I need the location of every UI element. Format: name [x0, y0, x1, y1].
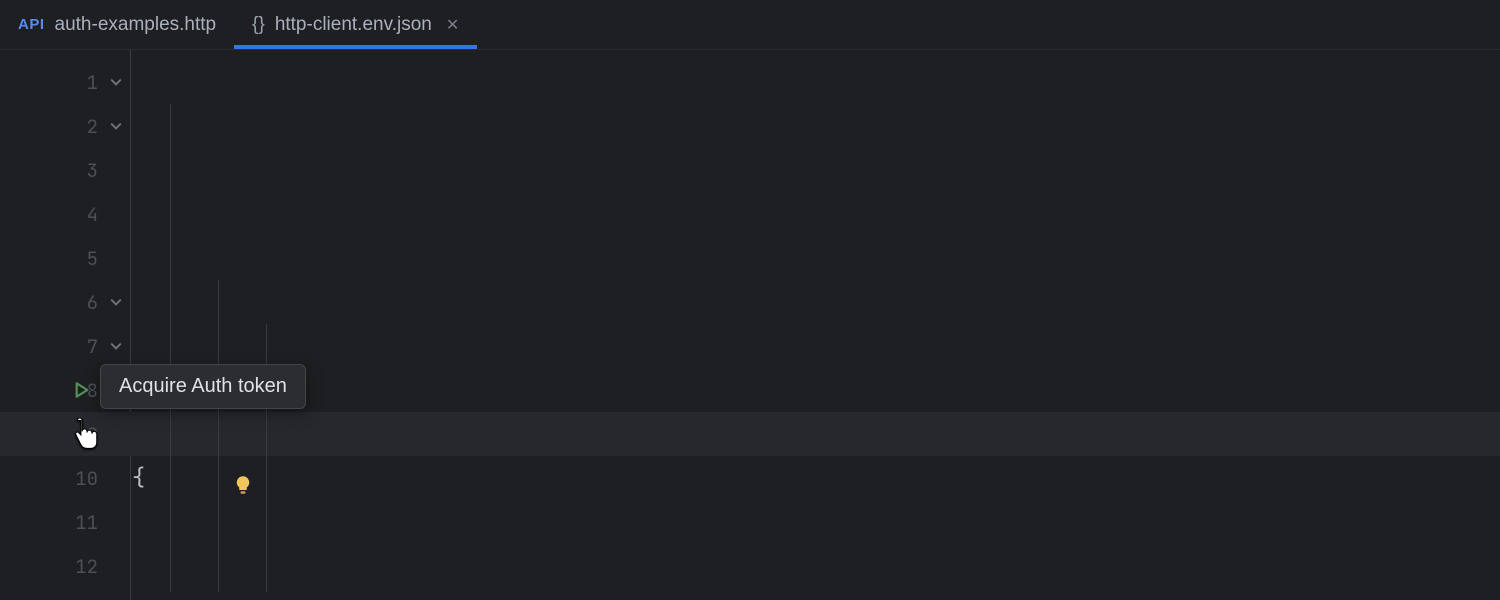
line-number: 12 — [60, 554, 98, 579]
line-number: 10 — [60, 466, 98, 491]
line-number: 3 — [60, 158, 98, 183]
fold-icon[interactable] — [108, 296, 124, 308]
line-number: 2 — [60, 114, 98, 139]
tab-label: auth-examples.http — [55, 14, 217, 36]
gutter: 1 2 3 4 5 6 7 8 9 10 11 12 — [0, 50, 132, 600]
line-number: 6 — [60, 290, 98, 315]
code-line[interactable]: { — [132, 456, 1500, 500]
close-icon[interactable]: ✕ — [446, 15, 459, 35]
fold-icon[interactable] — [108, 120, 124, 132]
line-number: 1 — [60, 70, 98, 95]
gutter-tooltip: Acquire Auth token — [100, 364, 306, 409]
mouse-cursor-icon — [72, 418, 102, 461]
fold-icon[interactable] — [108, 76, 124, 88]
api-file-icon: API — [18, 16, 45, 33]
line-number: 4 — [60, 202, 98, 227]
code-area[interactable]: { "dev": { "name": "value", "tokenUrl": … — [132, 50, 1500, 600]
tab-auth-examples[interactable]: API auth-examples.http — [0, 0, 234, 49]
tooltip-text: Acquire Auth token — [119, 375, 287, 397]
json-file-icon: {} — [252, 14, 265, 36]
line-number: 7 — [60, 334, 98, 359]
tab-label: http-client.env.json — [275, 14, 432, 36]
tab-bar: API auth-examples.http {} http-client.en… — [0, 0, 1500, 50]
tab-http-client-env[interactable]: {} http-client.env.json ✕ — [234, 0, 477, 49]
code-editor[interactable]: 1 2 3 4 5 6 7 8 9 10 11 12 { "dev": { "n… — [0, 50, 1500, 600]
fold-icon[interactable] — [108, 340, 124, 352]
run-gutter-icon[interactable] — [74, 382, 90, 398]
line-number: 5 — [60, 246, 98, 271]
line-number: 11 — [60, 510, 98, 535]
